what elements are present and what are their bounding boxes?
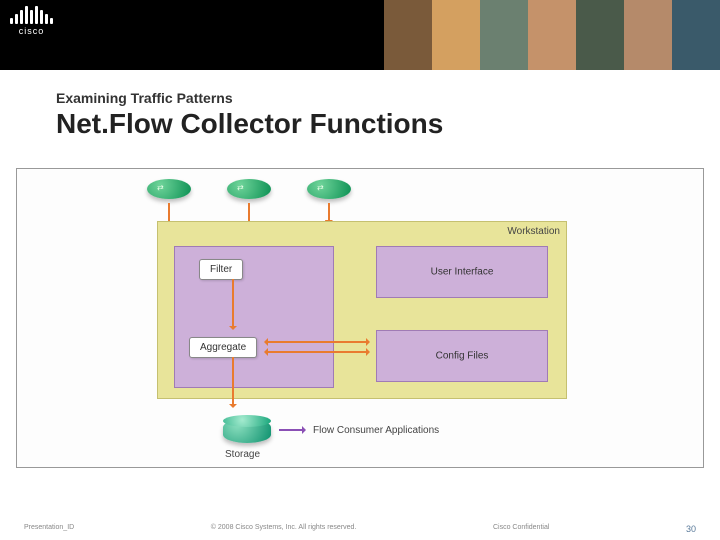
flow-arrow-icon: [232, 279, 234, 329]
bidir-arrow-icon: [265, 351, 369, 353]
brand-text: cisco: [19, 26, 45, 36]
storage-label: Storage: [225, 449, 260, 460]
slide-title: Net.Flow Collector Functions: [56, 108, 443, 140]
config-files-box: Config Files: [376, 330, 548, 382]
diagram-frame: ⇄ ⇄ ⇄ Workstation User Interface Config …: [16, 168, 704, 468]
footer-left: Presentation_ID: [24, 524, 74, 534]
slide-footer: Presentation_ID © 2008 Cisco Systems, In…: [0, 524, 720, 534]
cisco-bars-icon: [10, 6, 53, 24]
top-bar: cisco: [0, 0, 720, 70]
router-icon: ⇄: [227, 175, 271, 203]
bidir-arrow-icon: [265, 341, 369, 343]
slide-subtitle: Examining Traffic Patterns: [56, 90, 443, 106]
workstation-box: Workstation User Interface Config Files: [157, 221, 567, 399]
page-number: 30: [686, 524, 696, 534]
diagram: ⇄ ⇄ ⇄ Workstation User Interface Config …: [137, 175, 577, 463]
router-icon: ⇄: [147, 175, 191, 203]
footer-right: Cisco Confidential: [493, 524, 549, 534]
filter-chip: Filter: [199, 259, 243, 280]
user-interface-label: User Interface: [377, 267, 547, 278]
storage-icon: [223, 415, 271, 445]
user-interface-box: User Interface: [376, 246, 548, 298]
cisco-logo: cisco: [10, 6, 53, 36]
flow-consumer-label: Flow Consumer Applications: [313, 425, 439, 436]
purple-arrow-icon: [279, 429, 305, 431]
workstation-label: Workstation: [507, 226, 560, 237]
photo-collage: [384, 0, 720, 70]
processing-box: [174, 246, 334, 388]
router-icon: ⇄: [307, 175, 351, 203]
router-row: ⇄ ⇄ ⇄: [147, 175, 351, 203]
flow-arrow-icon: [232, 357, 234, 407]
config-files-label: Config Files: [377, 351, 547, 362]
slide-titles: Examining Traffic Patterns Net.Flow Coll…: [56, 90, 443, 140]
footer-center: © 2008 Cisco Systems, Inc. All rights re…: [211, 524, 357, 534]
aggregate-chip: Aggregate: [189, 337, 257, 358]
